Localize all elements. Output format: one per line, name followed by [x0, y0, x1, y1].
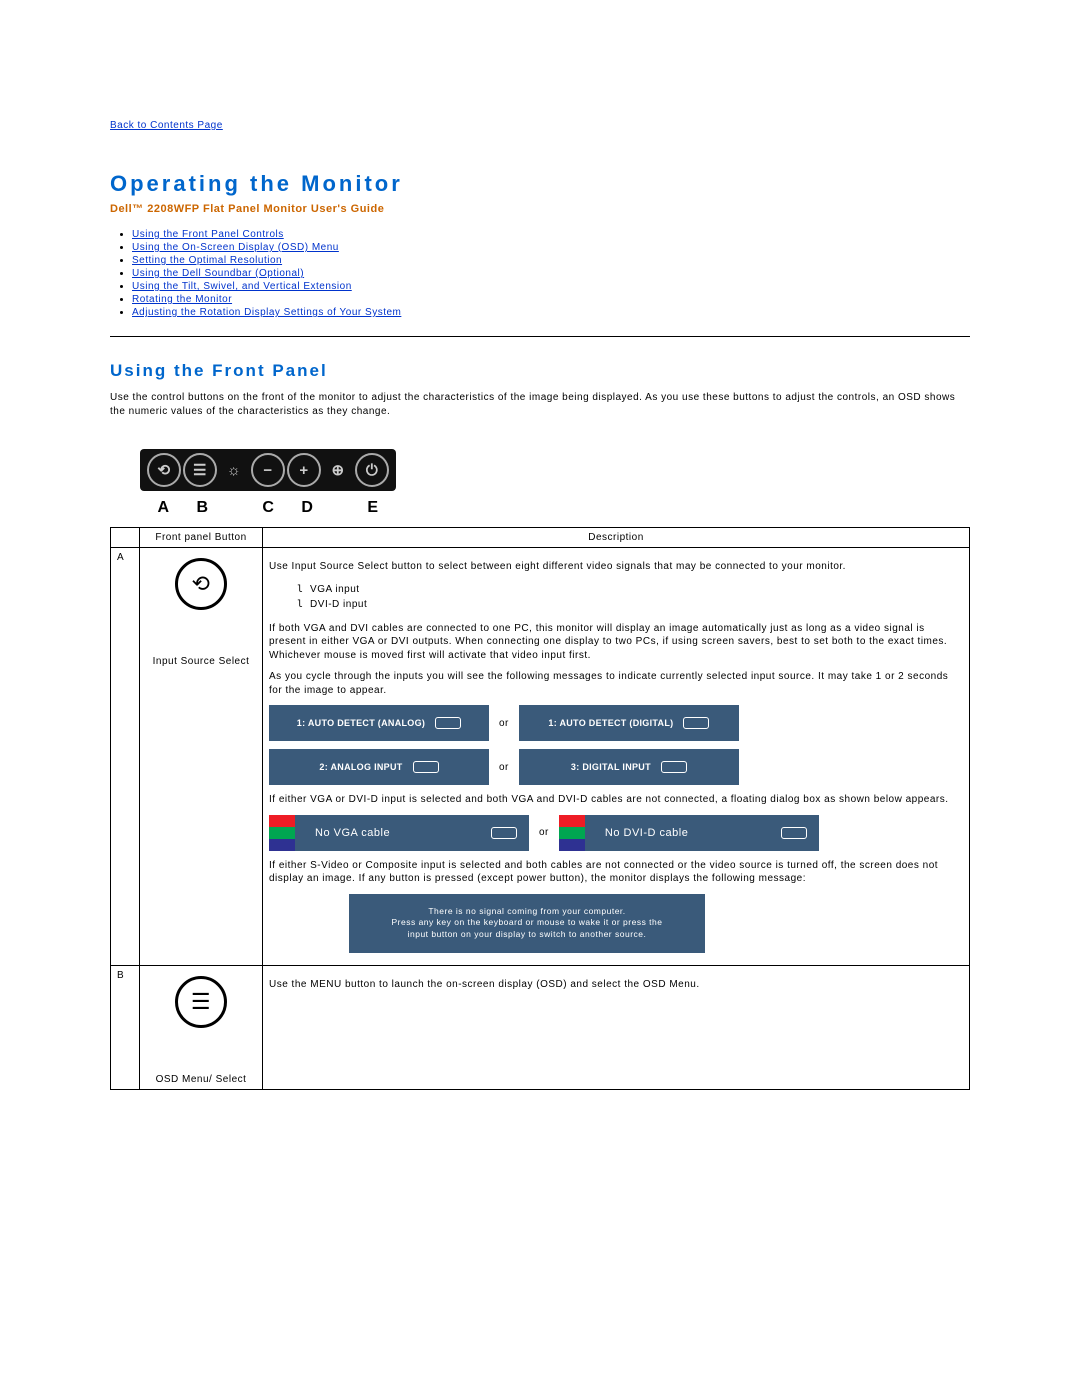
rgb-bars-icon: [269, 815, 295, 851]
power-icon: ⏻: [355, 453, 389, 487]
toc-link[interactable]: Using the Front Panel Controls: [132, 229, 284, 240]
or-text: or: [499, 762, 509, 773]
osd-message-bar: 3: DIGITAL INPUT: [519, 749, 739, 785]
toc-link[interactable]: Rotating the Monitor: [132, 294, 232, 305]
panel-label: B: [196, 499, 208, 517]
desc-text: If both VGA and DVI cables are connected…: [269, 622, 963, 663]
rgb-bars-icon: [559, 815, 585, 851]
brightness-icon: ☼: [219, 455, 249, 485]
row-letter: A: [111, 548, 140, 966]
back-to-contents-link[interactable]: Back to Contents Page: [110, 120, 223, 131]
dvi-connector-icon: [781, 827, 807, 839]
input-source-icon: ⟲: [147, 453, 181, 487]
osd-message-bar: 1: AUTO DETECT (ANALOG): [269, 705, 489, 741]
desc-text: As you cycle through the inputs you will…: [269, 670, 963, 697]
toc-link[interactable]: Using the Dell Soundbar (Optional): [132, 268, 304, 279]
panel-label: D: [301, 499, 313, 517]
toc-link[interactable]: Setting the Optimal Resolution: [132, 255, 282, 266]
no-cable-dialog: No VGA cable: [269, 815, 529, 851]
panel-label: E: [367, 499, 378, 517]
front-panel-table: Front panel Button Description A ⟲ Input…: [110, 527, 970, 1090]
desc-text: Use Input Source Select button to select…: [269, 560, 963, 574]
divider: [110, 336, 970, 337]
dvi-connector-icon: [661, 761, 687, 773]
panel-label: C: [262, 499, 274, 517]
no-signal-message: There is no signal coming from your comp…: [349, 894, 705, 954]
dvi-connector-icon: [683, 717, 709, 729]
table-header-button: Front panel Button: [140, 528, 263, 548]
intro-paragraph: Use the control buttons on the front of …: [110, 391, 970, 419]
table-header-description: Description: [263, 528, 970, 548]
or-text: or: [499, 718, 509, 729]
button-caption: Input Source Select: [146, 656, 256, 667]
table-row: A ⟲ Input Source Select Use Input Source…: [111, 548, 970, 966]
vga-connector-icon: [435, 717, 461, 729]
desc-text: Use the MENU button to launch the on-scr…: [269, 978, 963, 992]
vga-connector-icon: [491, 827, 517, 839]
toc-link[interactable]: Using the Tilt, Swivel, and Vertical Ext…: [132, 281, 352, 292]
page-title: Operating the Monitor: [110, 171, 970, 197]
input-option: DVI-D input: [297, 599, 367, 610]
osd-message-bar: 2: ANALOG INPUT: [269, 749, 489, 785]
or-text: or: [539, 827, 549, 838]
input-option: VGA input: [297, 584, 360, 595]
vga-connector-icon: [413, 761, 439, 773]
button-caption: OSD Menu/ Select: [146, 1074, 256, 1085]
minus-icon: −: [251, 453, 285, 487]
no-cable-dialog: No DVI-D cable: [559, 815, 819, 851]
input-source-icon: ⟲: [175, 558, 227, 610]
auto-adjust-icon: ⊕: [323, 455, 353, 485]
toc-link[interactable]: Adjusting the Rotation Display Settings …: [132, 307, 401, 318]
osd-message-bar: 1: AUTO DETECT (DIGITAL): [519, 705, 739, 741]
desc-text: If either VGA or DVI-D input is selected…: [269, 793, 963, 807]
section-heading: Using the Front Panel: [110, 361, 970, 381]
row-letter: B: [111, 966, 140, 1090]
menu-icon: ☰: [175, 976, 227, 1028]
front-panel-illustration: ⟲ ☰ ☼ − + ⊕ ⏻ A B C D E: [140, 449, 970, 517]
menu-icon: ☰: [183, 453, 217, 487]
subtitle: Dell™ 2208WFP Flat Panel Monitor User's …: [110, 203, 970, 215]
panel-label: A: [157, 499, 169, 517]
desc-text: If either S-Video or Composite input is …: [269, 859, 963, 886]
table-row: B ☰ OSD Menu/ Select Use the MENU button…: [111, 966, 970, 1090]
plus-icon: +: [287, 453, 321, 487]
toc-link[interactable]: Using the On-Screen Display (OSD) Menu: [132, 242, 339, 253]
toc-list: Using the Front Panel Controls Using the…: [110, 229, 970, 318]
